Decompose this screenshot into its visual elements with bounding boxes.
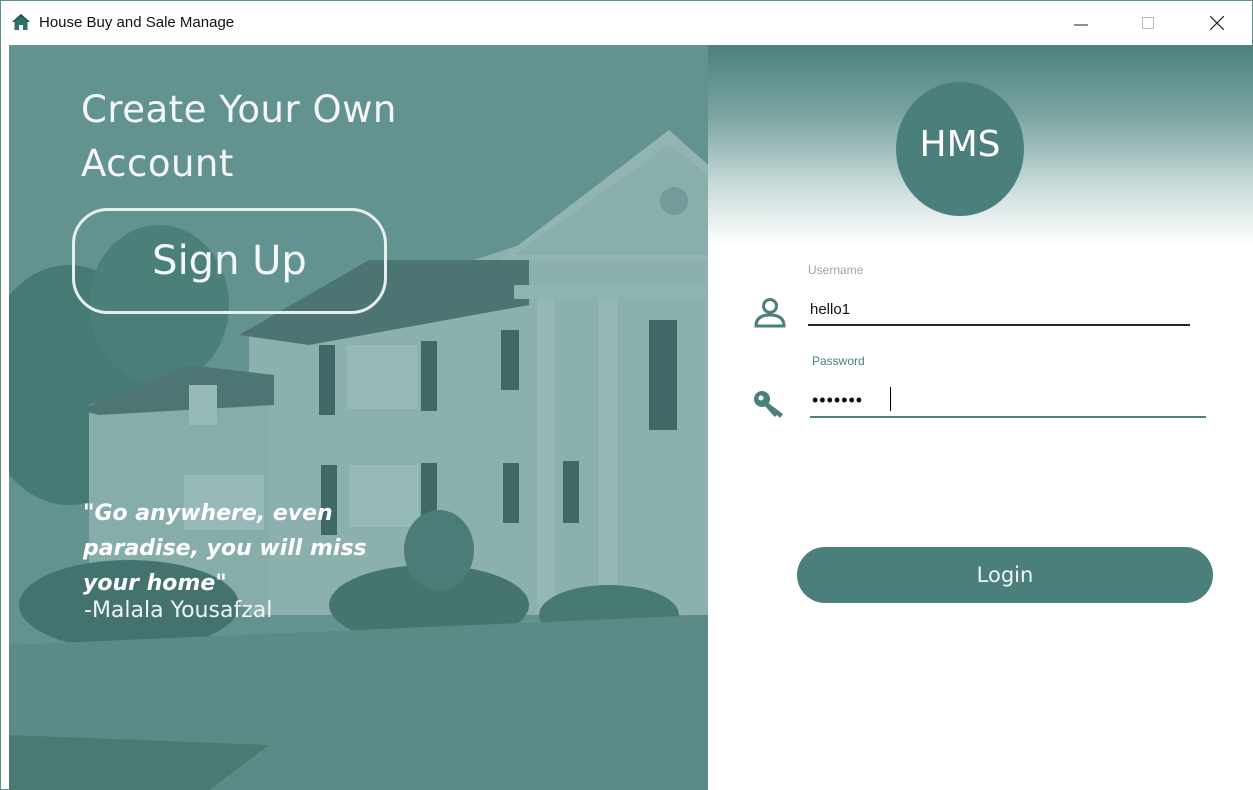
maximize-button[interactable] (1118, 1, 1178, 45)
password-input[interactable] (810, 384, 1206, 418)
window-title: House Buy and Sale Manage (39, 14, 235, 31)
text-cursor (890, 387, 891, 411)
title-bar[interactable]: House Buy and Sale Manage (1, 1, 1252, 45)
login-button[interactable]: Login (797, 547, 1213, 603)
sign-up-button[interactable]: Sign Up (72, 208, 387, 314)
quote-author: -Malala Yousafzal (84, 598, 273, 623)
username-input[interactable] (808, 294, 1190, 326)
minimize-icon (1074, 24, 1088, 26)
app-window: House Buy and Sale Manage Create Your Ow… (0, 0, 1253, 790)
quote-text: "Go anywhere, even paradise, you will mi… (83, 501, 367, 596)
signup-panel: Create Your Own Account Sign Up "Go anyw… (9, 45, 708, 790)
maximize-icon (1142, 17, 1154, 29)
user-icon (754, 298, 786, 328)
password-label: Password (812, 354, 865, 368)
close-icon (1210, 16, 1224, 30)
login-label: Login (976, 563, 1034, 587)
logo-text: HMS (919, 124, 1001, 165)
key-icon (754, 391, 783, 418)
username-label: Username (808, 263, 864, 277)
house-icon (12, 14, 30, 30)
login-panel: HMS Username Password Login (708, 45, 1253, 790)
create-account-heading: Create Your Own Account (81, 88, 397, 185)
close-button[interactable] (1187, 1, 1247, 45)
hms-logo: HMS (896, 82, 1024, 216)
minimize-button[interactable] (1051, 1, 1111, 45)
sign-up-label: Sign Up (152, 238, 307, 284)
